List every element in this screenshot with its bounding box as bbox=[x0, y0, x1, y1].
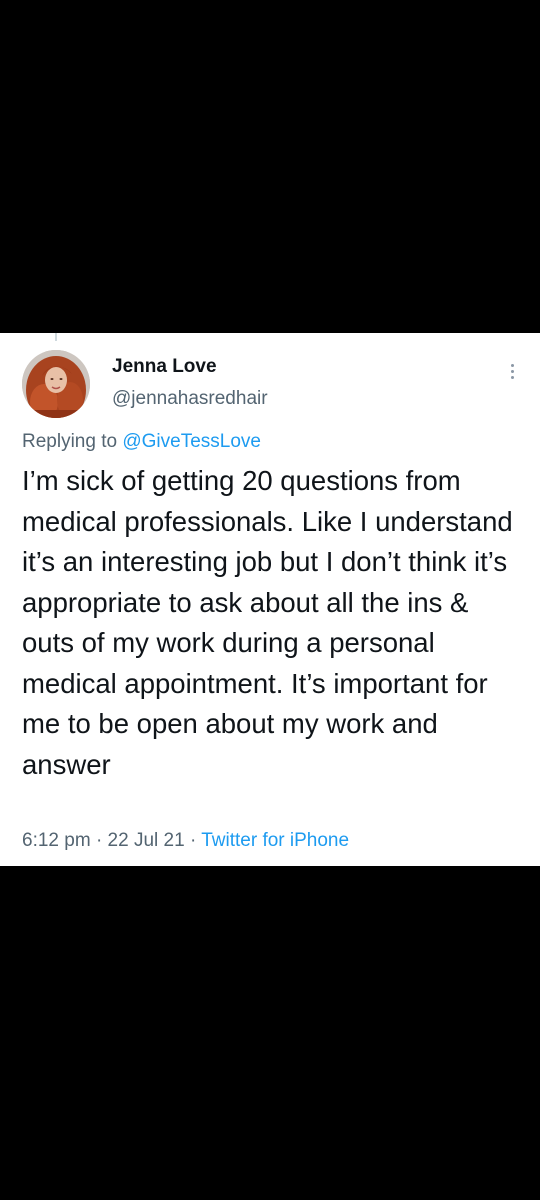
more-options-button[interactable] bbox=[502, 357, 522, 385]
thread-connector-line bbox=[55, 333, 57, 341]
tweet-text: I’m sick of getting 20 questions from me… bbox=[22, 465, 513, 780]
tweet-metadata: 6:12 pm · 22 Jul 21 · Twitter for iPhone bbox=[22, 829, 349, 853]
tweet-card[interactable]: Jenna Love @jennahasredhair Replying to … bbox=[0, 333, 540, 866]
screen: Jenna Love @jennahasredhair Replying to … bbox=[0, 0, 540, 1200]
tweet-date[interactable]: 22 Jul 21 bbox=[108, 830, 185, 851]
avatar[interactable] bbox=[22, 350, 90, 418]
meta-separator: · bbox=[189, 830, 197, 851]
more-vertical-icon bbox=[510, 363, 514, 379]
meta-separator: · bbox=[95, 830, 103, 851]
author-block[interactable]: Jenna Love @jennahasredhair bbox=[112, 355, 268, 411]
avatar-image bbox=[22, 350, 90, 418]
replying-to-label: Replying to bbox=[22, 431, 118, 452]
user-handle[interactable]: @jennahasredhair bbox=[112, 387, 268, 411]
tweet-time[interactable]: 6:12 pm bbox=[22, 830, 91, 851]
replying-to-mention[interactable]: @GiveTessLove bbox=[122, 431, 261, 452]
tweet-source[interactable]: Twitter for iPhone bbox=[201, 830, 349, 851]
display-name[interactable]: Jenna Love bbox=[112, 355, 268, 379]
replying-to-line: Replying to @GiveTessLove bbox=[22, 430, 261, 454]
